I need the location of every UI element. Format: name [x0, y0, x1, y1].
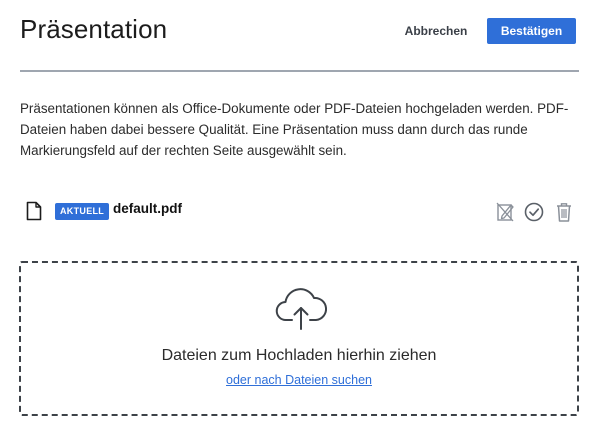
browse-files-link[interactable]: oder nach Dateien suchen [226, 373, 372, 387]
cloud-upload-icon [275, 288, 328, 330]
check-circle-icon[interactable] [522, 200, 546, 224]
cancel-button[interactable]: Abbrechen [400, 18, 472, 44]
edit-disabled-icon[interactable] [493, 200, 517, 224]
file-name: default.pdf [113, 201, 182, 216]
description-text: Präsentationen können als Office-Dokumen… [20, 101, 569, 158]
confirm-button[interactable]: Bestätigen [487, 18, 576, 44]
current-badge: AKTUELL [55, 203, 110, 220]
dropzone-text: Dateien zum Hochladen hierhin ziehen [161, 347, 437, 364]
file-icon [26, 201, 42, 221]
header-divider [20, 70, 579, 72]
file-dropzone[interactable]: Dateien zum Hochladen hierhin ziehen ode… [19, 261, 579, 416]
trash-icon[interactable] [552, 200, 576, 224]
file-list-item: AKTUELL default.pdf [26, 198, 578, 226]
page-title: Präsentation [20, 14, 168, 44]
